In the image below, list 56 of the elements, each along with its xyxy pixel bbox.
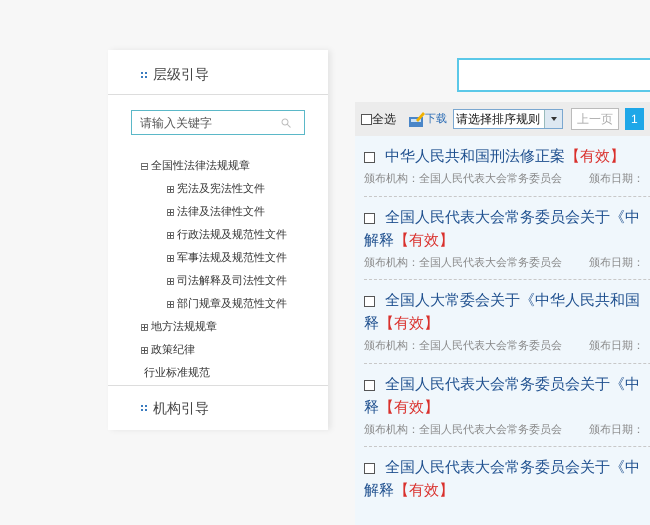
expand-icon[interactable] — [167, 209, 174, 216]
download-link[interactable]: 下载 — [425, 111, 447, 128]
section-title: 层级引导 — [153, 65, 209, 84]
checkbox[interactable] — [364, 212, 375, 224]
result-title[interactable]: 全国人民代表大会常务委员会关于《中 — [385, 457, 640, 480]
result-title[interactable]: 解释 — [364, 230, 394, 252]
section-title: 机构引导 — [153, 398, 209, 418]
grip-icon — [141, 405, 148, 412]
publisher-text: 颁布机构：全国人民代表大会常务委员会 — [364, 172, 562, 187]
result-title[interactable]: 中华人民共和国刑法修正案 — [385, 146, 565, 169]
tree-item[interactable]: 行业标准规范 — [144, 365, 210, 382]
result-title[interactable]: 全国人民代表大会常务委员会关于《中 — [385, 374, 640, 396]
search-field[interactable]: 请输入关键字 — [131, 110, 305, 136]
tree-item[interactable]: 全国性法律法规规章 — [151, 158, 250, 175]
checkbox[interactable] — [364, 152, 375, 163]
status-label: 【有效】 — [394, 481, 454, 502]
tree-item[interactable]: 地方法规规章 — [151, 319, 217, 336]
date-label: 颁布日期： — [589, 339, 644, 354]
date-label: 颁布日期： — [589, 256, 644, 270]
result-title[interactable]: 解释 — [364, 480, 394, 503]
sort-dropdown[interactable]: 请选择排序规则 — [453, 109, 563, 129]
tree-item[interactable]: 司法解释及司法性文件 — [177, 273, 287, 290]
result-title[interactable]: 全国人民代表大会常务委员会关于《中 — [385, 206, 640, 230]
date-label: 颁布日期： — [589, 422, 644, 438]
expand-icon[interactable] — [167, 186, 174, 194]
status-label: 【有效】 — [565, 147, 625, 168]
checkbox[interactable] — [361, 114, 372, 124]
publisher-text: 颁布机构：全国人民代表大会常务委员会 — [364, 338, 562, 354]
expand-icon[interactable] — [167, 301, 174, 308]
tree-item[interactable]: 部门规章及规范性文件 — [177, 296, 287, 313]
result-title[interactable]: 释 — [364, 313, 379, 336]
collapse-icon[interactable] — [141, 163, 148, 170]
date-label: 颁布日期： — [589, 172, 644, 187]
checkbox[interactable] — [364, 463, 375, 474]
select-all-label[interactable]: 全选 — [372, 110, 396, 128]
tree-item[interactable]: 行政法规及规范性文件 — [177, 227, 287, 244]
grip-icon — [141, 72, 148, 78]
result-title[interactable]: 全国人大常委会关于《中华人民共和国 — [385, 290, 640, 313]
publisher-text: 颁布机构：全国人民代表大会常务委员会 — [364, 256, 562, 270]
result-title[interactable]: 释 — [364, 396, 379, 420]
download-icon[interactable] — [408, 110, 425, 128]
tree-item[interactable]: 法律及法律性文件 — [177, 204, 265, 221]
status-label: 【有效】 — [379, 314, 439, 334]
status-label: 【有效】 — [379, 398, 439, 418]
checkbox[interactable] — [364, 380, 375, 390]
tree-item[interactable]: 军事法规及规范性文件 — [177, 250, 287, 267]
checkbox[interactable] — [364, 296, 375, 307]
publisher-text: 颁布机构：全国人民代表大会常务委员会 — [364, 422, 562, 438]
status-label: 【有效】 — [394, 230, 454, 251]
expand-icon[interactable] — [141, 324, 148, 332]
expand-icon[interactable] — [167, 232, 174, 240]
expand-icon[interactable] — [141, 347, 148, 354]
expand-icon[interactable] — [167, 255, 174, 262]
tree-item[interactable]: 政策纪律 — [151, 342, 195, 359]
expand-icon[interactable] — [167, 278, 174, 286]
tree-item[interactable]: 宪法及宪法性文件 — [177, 181, 265, 198]
